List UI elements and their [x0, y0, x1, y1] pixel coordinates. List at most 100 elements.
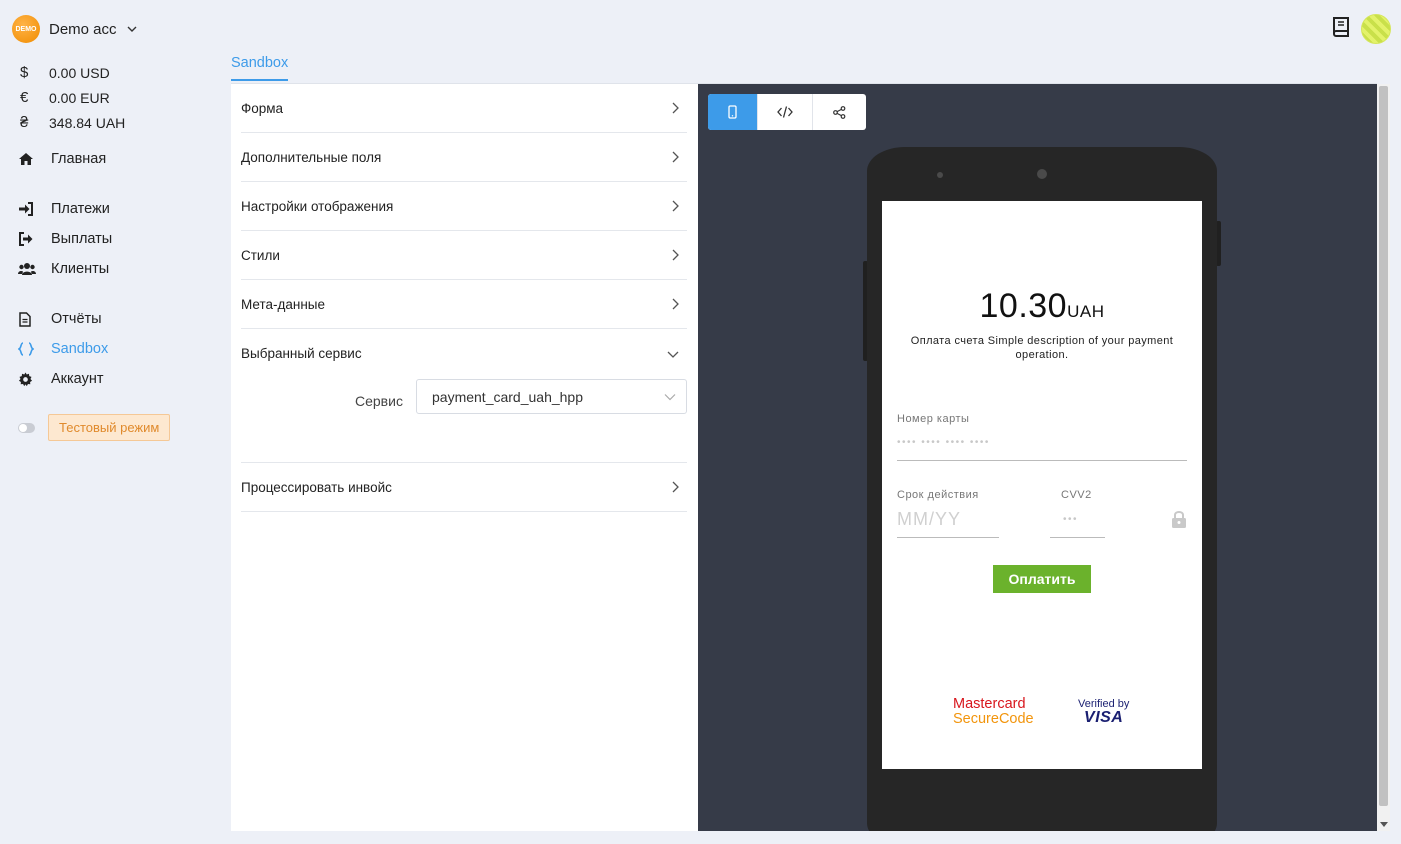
sidebar-item-label: Платежи	[51, 201, 110, 217]
balances: $ 0.00 USD € 0.00 EUR ₴ 348.84 UAH	[20, 60, 125, 135]
payment-amount: 10.30UAH	[882, 287, 1202, 326]
cvv-label: CVV2	[1061, 489, 1092, 501]
gear-icon	[16, 371, 51, 387]
accordion-item-display-settings[interactable]: Настройки отображения	[241, 182, 687, 231]
visa-text: VISA	[1084, 709, 1124, 726]
home-icon	[16, 152, 51, 166]
account-logo: DEMO	[12, 15, 40, 43]
sidebar-item-payments[interactable]: Платежи	[16, 194, 206, 224]
service-label: Сервис	[355, 393, 403, 409]
nav-group-tools: Отчёты Sandbox Аккаунт	[16, 304, 206, 394]
accordion-label: Дополнительные поля	[241, 149, 382, 165]
service-value: payment_card_uah_hpp	[432, 388, 584, 405]
sidebar-item-sandbox[interactable]: Sandbox	[16, 334, 206, 364]
sidebar-item-payouts[interactable]: Выплаты	[16, 224, 206, 254]
card-number-label: Номер карты	[897, 413, 970, 425]
chevron-down-icon	[127, 26, 137, 32]
sidebar-item-label: Sandbox	[51, 341, 109, 357]
balance-eur: € 0.00 EUR	[20, 85, 125, 110]
chevron-right-icon	[672, 481, 679, 493]
cvv-underline	[1050, 537, 1105, 538]
tab-sandbox[interactable]: Sandbox	[231, 55, 289, 81]
accordion-label: Процессировать инвойс	[241, 479, 392, 495]
scroll-down-arrow-icon[interactable]	[1380, 822, 1388, 827]
chevron-down-icon	[664, 393, 676, 400]
chevron-right-icon	[672, 249, 679, 261]
expiry-input[interactable]: MM/YY	[897, 509, 961, 530]
dollar-icon: $	[20, 64, 29, 81]
verified-by-visa-logo: Verified by VISA	[1078, 697, 1129, 726]
amount-value: 10.30	[979, 287, 1068, 325]
code-view-button[interactable]	[758, 94, 813, 130]
balance-amount: 348.84 UAH	[49, 114, 126, 131]
accordion-body: Сервис payment_card_uah_hpp	[241, 378, 687, 462]
preview-pane: 10.30UAH Оплата счета Simple description…	[698, 84, 1377, 831]
accordion-label: Мета-данные	[241, 296, 325, 312]
test-mode-badge: Тестовый режим	[48, 414, 171, 441]
cvv-input[interactable]: •••	[1063, 514, 1078, 525]
sidebar-item-label: Главная	[51, 151, 107, 167]
payment-description: Оплата счета Simple description of your …	[910, 335, 1174, 361]
accordion-item-selected-service: Выбранный сервис Сервис payment_card_uah…	[241, 329, 687, 463]
sidebar-item-label: Отчёты	[51, 311, 102, 327]
users-icon	[16, 262, 51, 276]
mobile-icon	[728, 105, 737, 119]
sidebar-item-label: Выплаты	[51, 231, 113, 247]
balance-amount: 0.00 USD	[49, 64, 110, 81]
amount-currency: UAH	[1067, 302, 1105, 321]
accordion-label: Выбранный сервис	[241, 346, 362, 361]
sign-out-icon	[16, 232, 51, 246]
header-actions	[1331, 14, 1391, 44]
accordion-label: Настройки отображения	[241, 198, 394, 214]
securecode-text: SecureCode	[953, 711, 1034, 727]
lock-icon	[1170, 509, 1188, 534]
braces-icon	[16, 342, 51, 356]
service-select[interactable]: payment_card_uah_hpp	[416, 379, 687, 414]
sidebar-item-reports[interactable]: Отчёты	[16, 304, 206, 334]
account-name: Demo acc	[49, 20, 117, 38]
share-icon	[833, 105, 846, 119]
test-mode-toggle[interactable]	[18, 422, 35, 433]
balance-uah: ₴ 348.84 UAH	[20, 110, 125, 135]
accordion-header[interactable]: Выбранный сервис	[241, 329, 687, 378]
pay-button[interactable]: Оплатить	[993, 565, 1091, 593]
settings-accordion: Форма Дополнительные поля Настройки отоб…	[241, 84, 687, 512]
chevron-right-icon	[672, 151, 679, 163]
accordion-item-form[interactable]: Форма	[241, 84, 687, 133]
sidebar-item-home[interactable]: Главная	[16, 144, 206, 174]
card-number-underline	[897, 460, 1187, 461]
sidebar-item-label: Аккаунт	[51, 371, 104, 387]
expiry-underline	[897, 537, 999, 538]
sidebar-item-label: Клиенты	[51, 261, 110, 277]
scrollbar[interactable]	[1377, 84, 1390, 831]
sidebar: DEMO Demo acc $ 0.00 USD € 0.00 EUR ₴ 34…	[0, 0, 215, 844]
card-number-input[interactable]: •••• •••• •••• ••••	[897, 437, 990, 448]
sidebar-item-clients[interactable]: Клиенты	[16, 254, 206, 284]
test-mode: Тестовый режим	[18, 414, 171, 441]
code-icon	[777, 106, 793, 118]
account-switcher[interactable]: DEMO Demo acc	[12, 15, 138, 43]
sidebar-item-account[interactable]: Аккаунт	[16, 364, 206, 394]
accordion-label: Стили	[241, 247, 280, 263]
share-button[interactable]	[813, 94, 866, 130]
avatar[interactable]	[1361, 14, 1391, 44]
mobile-view-button[interactable]	[708, 94, 758, 130]
payment-form: 10.30UAH Оплата счета Simple description…	[882, 201, 1202, 769]
book-icon[interactable]	[1331, 16, 1351, 43]
nav-group-main: Главная	[16, 144, 206, 174]
file-icon	[16, 311, 51, 327]
balance-usd: $ 0.00 USD	[20, 60, 125, 85]
hryvnia-icon: ₴	[20, 114, 29, 131]
accordion-item-extra-fields[interactable]: Дополнительные поля	[241, 133, 687, 182]
chevron-right-icon	[672, 298, 679, 310]
accordion-item-metadata[interactable]: Мета-данные	[241, 280, 687, 329]
chevron-right-icon	[672, 102, 679, 114]
euro-icon: €	[20, 89, 29, 106]
mastercard-text: Mastercard	[953, 696, 1026, 712]
preview-mode-switcher	[708, 94, 866, 130]
expiry-label: Срок действия	[897, 489, 979, 501]
accordion-item-process-invoice[interactable]: Процессировать инвойс	[241, 463, 687, 512]
scrollbar-thumb[interactable]	[1379, 86, 1388, 806]
accordion-item-styles[interactable]: Стили	[241, 231, 687, 280]
tab-bar: Sandbox	[231, 52, 1377, 84]
